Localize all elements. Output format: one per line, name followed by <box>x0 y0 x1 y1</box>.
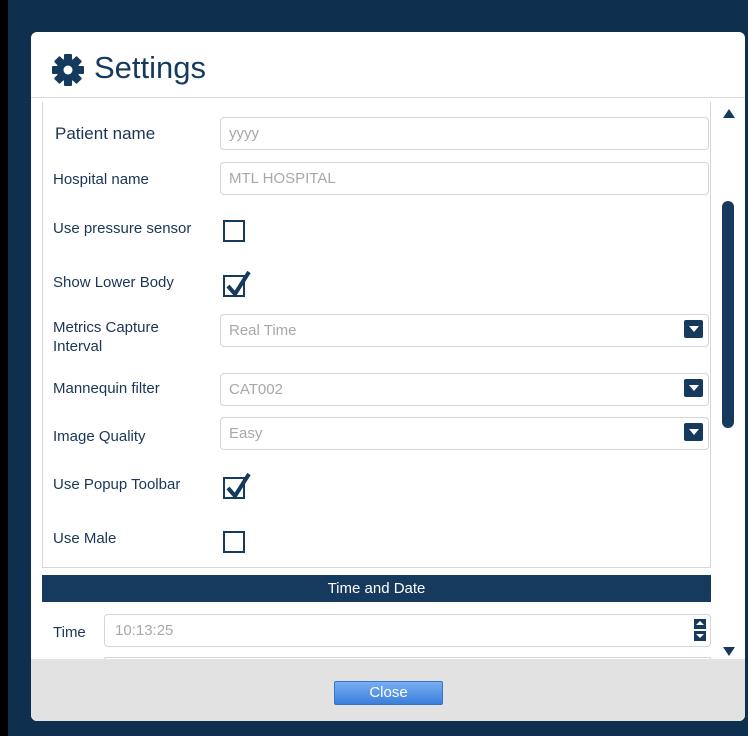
time-and-date-header: Time and Date <box>42 575 711 602</box>
spin-down-icon[interactable] <box>694 631 706 641</box>
mannequin-filter-value: CAT002 <box>229 381 283 398</box>
metrics-capture-interval-value: Real Time <box>229 322 297 339</box>
patient-name-label: Patient name <box>55 124 156 143</box>
use-popup-toolbar-checkbox[interactable] <box>223 472 251 500</box>
checkmark-icon <box>226 472 251 500</box>
scroll-up-icon[interactable] <box>723 109 735 118</box>
hospital-name-field[interactable]: MTL HOSPITAL <box>220 162 709 195</box>
chevron-down-icon[interactable] <box>684 320 703 338</box>
use-male-checkbox[interactable] <box>223 531 245 553</box>
dialog-header: Settings <box>31 32 745 98</box>
image-quality-label: Image Quality <box>53 428 146 445</box>
image-quality-select[interactable]: Easy <box>220 417 709 450</box>
dialog-title: Settings <box>94 50 207 85</box>
time-label: Time <box>53 624 86 641</box>
time-value: 10:13:25 <box>115 622 174 639</box>
show-lower-body-checkbox[interactable] <box>223 270 251 298</box>
scrollbar[interactable] <box>718 99 738 659</box>
window-edge <box>0 0 8 736</box>
use-popup-toolbar-label: Use Popup Toolbar <box>53 476 181 493</box>
settings-dialog: Settings Patient name yyyy Hospital name… <box>31 32 745 721</box>
use-pressure-sensor-label: Use pressure sensor <box>53 220 192 237</box>
scrollbar-thumb[interactable] <box>722 201 734 428</box>
gear-icon <box>52 54 84 86</box>
show-lower-body-label: Show Lower Body <box>53 274 174 291</box>
use-male-label: Use Male <box>53 530 117 547</box>
chevron-down-icon[interactable] <box>684 379 703 397</box>
spin-up-icon[interactable] <box>694 619 706 629</box>
metrics-capture-interval-label: Metrics Capture <box>53 319 159 336</box>
scroll-down-icon[interactable] <box>723 647 735 656</box>
image-quality-value: Easy <box>229 425 263 442</box>
checkmark-icon <box>226 270 251 298</box>
patient-name-field[interactable]: yyyy <box>220 117 709 150</box>
metrics-capture-interval-select[interactable]: Real Time <box>220 314 709 347</box>
use-pressure-sensor-checkbox[interactable] <box>223 220 245 242</box>
metrics-capture-interval-label-2: Interval <box>53 338 103 355</box>
mannequin-filter-select[interactable]: CAT002 <box>220 373 709 406</box>
mannequin-filter-label: Mannequin filter <box>53 380 160 397</box>
close-button[interactable]: Close <box>334 681 443 705</box>
dialog-footer: Close <box>31 659 745 721</box>
time-input[interactable]: 10:13:25 <box>104 614 711 647</box>
hospital-name-label: Hospital name <box>53 171 149 188</box>
chevron-down-icon[interactable] <box>684 423 703 441</box>
